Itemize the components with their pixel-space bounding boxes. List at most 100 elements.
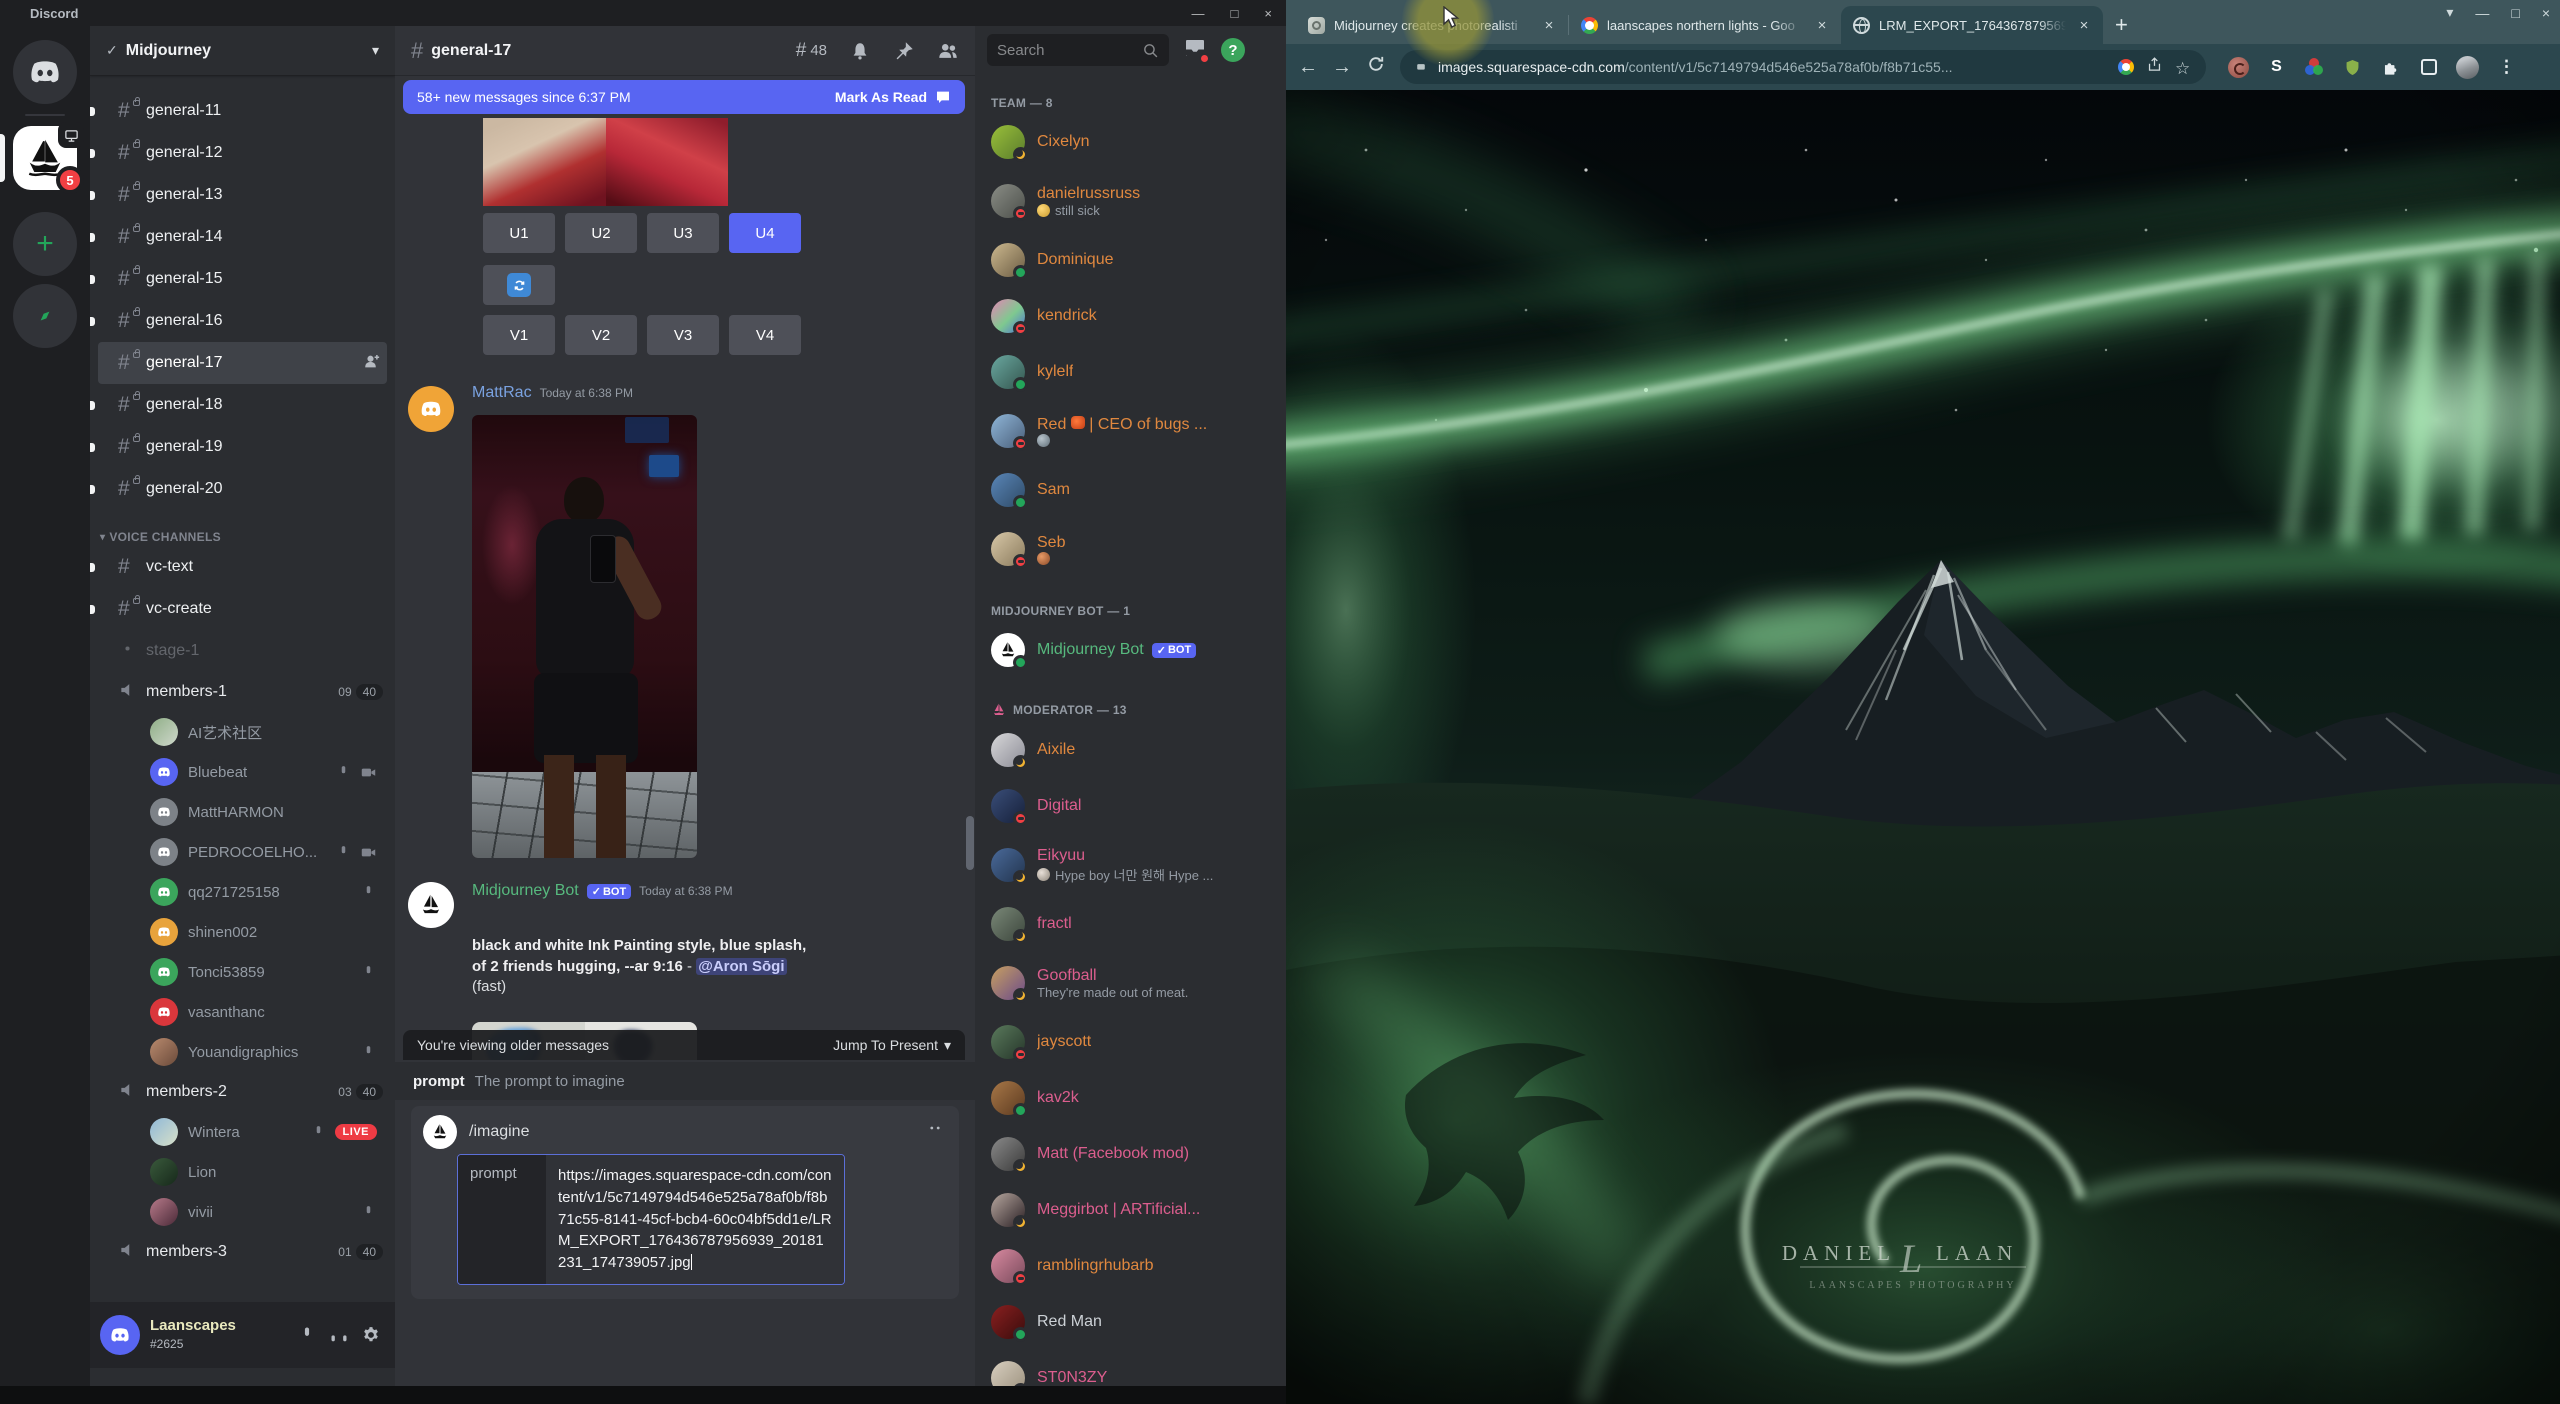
- extension-icon-1[interactable]: [2228, 56, 2249, 78]
- chat-scrollbar-thumb[interactable]: [966, 816, 974, 870]
- member-row[interactable]: Goofball They're made out of meat.: [991, 952, 1278, 1014]
- voice-channel-members-1[interactable]: members-1 09 40: [98, 672, 387, 712]
- channel-general-12[interactable]: # general-12: [90, 132, 387, 174]
- voice-member[interactable]: MattHARMON: [98, 792, 387, 832]
- member-row[interactable]: ramblingrhubarb: [991, 1238, 1278, 1294]
- message-input[interactable]: /imagine prompt https://images.squarespa…: [411, 1106, 959, 1299]
- message-attachment-selfie-photo[interactable]: [472, 415, 697, 858]
- member-row[interactable]: Meggirbot | ARTificial...: [991, 1182, 1278, 1238]
- member-row[interactable]: kendrick: [991, 288, 1278, 344]
- help-button[interactable]: ?: [1221, 38, 1245, 62]
- avatar[interactable]: [408, 386, 454, 432]
- explore-servers-button[interactable]: [13, 284, 77, 348]
- member-row[interactable]: Matt (Facebook mod): [991, 1126, 1278, 1182]
- mic-icon[interactable]: [297, 1325, 317, 1345]
- member-row[interactable]: kav2k: [991, 1070, 1278, 1126]
- tab-google-search[interactable]: laanscapes northern lights - Goo ×: [1569, 6, 1841, 44]
- channel-general-17-selected[interactable]: # general-17: [98, 342, 387, 384]
- upscale-u1-button[interactable]: U1: [483, 213, 555, 253]
- voice-channels-header[interactable]: ▾ VOICE CHANNELS: [100, 530, 387, 544]
- member-row[interactable]: Dominique: [991, 232, 1278, 288]
- profile-avatar[interactable]: [2456, 55, 2479, 79]
- member-row[interactable]: Digital: [991, 778, 1278, 834]
- channel-vc-create[interactable]: # vc-create: [90, 588, 387, 630]
- discord-home-button[interactable]: [13, 40, 77, 104]
- emoji-picker-icon[interactable]: [923, 1118, 947, 1147]
- voice-member[interactable]: Lion: [98, 1152, 387, 1192]
- voice-member[interactable]: PEDROCOELHO...: [98, 832, 387, 872]
- browser-menu-icon[interactable]: ⋮: [2496, 57, 2517, 78]
- address-bar[interactable]: images.squarespace-cdn.com/content/v1/5c…: [1400, 50, 2206, 84]
- pinned-messages-icon[interactable]: [893, 40, 915, 62]
- extensions-menu-icon[interactable]: [2380, 57, 2401, 78]
- share-icon[interactable]: [2146, 56, 2163, 78]
- voice-channel-members-3[interactable]: members-3 01 40: [98, 1232, 387, 1272]
- message-author[interactable]: MattRac: [472, 384, 532, 402]
- avatar[interactable]: [100, 1315, 140, 1355]
- variation-v1-button[interactable]: V1: [483, 315, 555, 355]
- channel-general-14[interactable]: # general-14: [90, 216, 387, 258]
- midjourney-grid-image-cropped[interactable]: [483, 118, 728, 206]
- voice-member[interactable]: Youandigraphics: [98, 1032, 387, 1072]
- voice-member[interactable]: AI艺术社区: [98, 712, 387, 752]
- reload-button[interactable]: [1366, 54, 1386, 80]
- member-row[interactable]: kylelf: [991, 344, 1278, 400]
- command-option-field[interactable]: prompt https://images.squarespace-cdn.co…: [457, 1154, 845, 1285]
- upscale-u2-button[interactable]: U2: [565, 213, 637, 253]
- notifications-muted-icon[interactable]: [849, 40, 871, 62]
- channel-general-11[interactable]: # general-11: [90, 90, 387, 132]
- extension-icon-shield[interactable]: [2342, 57, 2363, 78]
- member-row[interactable]: fractl: [991, 896, 1278, 952]
- voice-channel-members-2[interactable]: members-2 03 40: [98, 1072, 387, 1112]
- member-row[interactable]: jayscott: [991, 1014, 1278, 1070]
- channel-general-19[interactable]: # general-19: [90, 426, 387, 468]
- search-input[interactable]: Search: [987, 34, 1169, 66]
- extension-icon-s[interactable]: S: [2266, 57, 2287, 78]
- variation-v3-button[interactable]: V3: [647, 315, 719, 355]
- voice-member[interactable]: vasanthanc: [98, 992, 387, 1032]
- discord-maximize-button[interactable]: □: [1231, 6, 1239, 21]
- member-row[interactable]: Cixelyn: [991, 114, 1278, 170]
- chrome-minimize-button[interactable]: —: [2475, 5, 2489, 21]
- tab-midjourney-article[interactable]: Midjourney creates photorealisti ×: [1296, 6, 1568, 44]
- avatar[interactable]: [408, 882, 454, 928]
- sidebar-toggle-icon[interactable]: [2418, 57, 2439, 78]
- member-row[interactable]: Midjourney Bot ✓ BOT: [991, 622, 1278, 678]
- headphones-icon[interactable]: [329, 1325, 349, 1345]
- chrome-maximize-button[interactable]: □: [2511, 5, 2519, 21]
- google-icon[interactable]: [2118, 59, 2134, 75]
- tab-close-icon[interactable]: ×: [2075, 17, 2093, 34]
- member-row[interactable]: Seb: [991, 518, 1278, 580]
- voice-member[interactable]: Bluebeat: [98, 752, 387, 792]
- reroll-button[interactable]: [483, 265, 555, 305]
- bookmark-star-icon[interactable]: ☆: [2175, 59, 2192, 78]
- voice-member[interactable]: shinen002: [98, 912, 387, 952]
- user-mention[interactable]: @Aron Sōgi: [696, 957, 787, 975]
- tab-lrm-export-active[interactable]: LRM_EXPORT_176436787956939 ×: [1841, 6, 2103, 44]
- settings-gear-icon[interactable]: [361, 1325, 381, 1345]
- channel-general-13[interactable]: # general-13: [90, 174, 387, 216]
- member-list-toggle-icon[interactable]: [937, 40, 959, 62]
- new-tab-button[interactable]: +: [2115, 12, 2128, 38]
- server-header[interactable]: ✓ Midjourney ▾: [90, 26, 395, 76]
- mark-as-read-button[interactable]: Mark As Read: [835, 89, 951, 105]
- channel-general-18[interactable]: # general-18: [90, 384, 387, 426]
- threads-button[interactable]: #48: [796, 40, 827, 62]
- tab-close-icon[interactable]: ×: [1813, 17, 1831, 34]
- variation-v4-button[interactable]: V4: [729, 315, 801, 355]
- channel-general-15[interactable]: # general-15: [90, 258, 387, 300]
- add-server-button[interactable]: +: [13, 212, 77, 276]
- channel-vc-text[interactable]: # vc-text: [90, 546, 387, 588]
- message-author[interactable]: Midjourney Bot: [472, 882, 579, 900]
- member-row[interactable]: Eikyuu Hype boy 너만 원해 Hype ...: [991, 834, 1278, 896]
- upscale-u4-button-selected[interactable]: U4: [729, 213, 801, 253]
- channel-general-16[interactable]: # general-16: [90, 300, 387, 342]
- tab-close-icon[interactable]: ×: [1540, 17, 1558, 34]
- discord-close-button[interactable]: ×: [1264, 6, 1272, 21]
- inbox-button[interactable]: [1183, 36, 1210, 65]
- member-row[interactable]: Red Man: [991, 1294, 1278, 1350]
- discord-minimize-button[interactable]: —: [1192, 6, 1205, 21]
- voice-member[interactable]: Tonci53859: [98, 952, 387, 992]
- voice-member[interactable]: vivii: [98, 1192, 387, 1232]
- member-row[interactable]: Sam: [991, 462, 1278, 518]
